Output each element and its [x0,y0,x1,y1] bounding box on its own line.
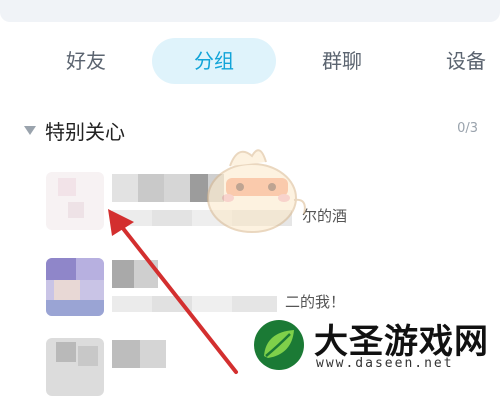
group-title: 特别关心 [45,120,125,144]
contact-name-redacted [112,340,166,368]
search-bar-edge[interactable] [0,0,500,22]
avatar [46,172,104,230]
chick-mascot-icon [207,149,306,233]
leaf-logo-icon [254,320,304,370]
contact-name-redacted [112,260,158,288]
group-count: 0/3 [457,121,478,136]
avatar [46,258,104,316]
site-watermark: 大圣游戏网 www.daseen.net [250,306,500,375]
avatar [46,338,104,396]
watermark-url: www.daseen.net [316,356,454,371]
tab-group-chats[interactable]: 群聊 [290,38,394,84]
triangle-down-icon [24,126,36,135]
tab-friends[interactable]: 好友 [34,38,138,84]
tab-groups[interactable]: 分组 [152,38,276,84]
tab-devices[interactable]: 设备 [414,38,500,84]
tab-bar: 好友 分组 群聊 设备 [0,38,500,84]
